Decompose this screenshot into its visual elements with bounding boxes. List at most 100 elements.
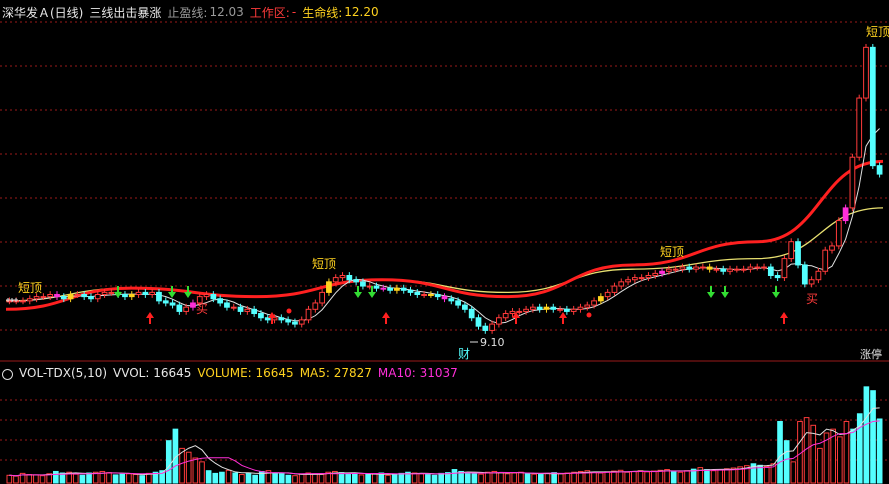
candle-body	[699, 266, 706, 269]
dot-mark	[286, 308, 292, 314]
volume-bar	[6, 474, 13, 484]
volume-bar	[298, 473, 305, 484]
volume-bar	[425, 474, 431, 484]
volume-bar	[431, 474, 438, 484]
candle-body	[543, 306, 550, 310]
short-top-label: 短顶	[866, 25, 889, 39]
candle-body	[686, 266, 693, 270]
candle-body	[761, 266, 767, 269]
candle-body	[856, 97, 863, 158]
chart-canvas[interactable]: 短顶短顶短顶短顶财买买9.10涨停	[0, 0, 889, 484]
candle-body	[169, 302, 176, 306]
volume-bar	[13, 475, 19, 484]
volume-bar	[504, 473, 511, 484]
candle-body	[509, 310, 516, 315]
volume-bar	[345, 472, 351, 484]
volume-bar	[717, 469, 724, 484]
volume-bar	[33, 474, 39, 484]
volume-bar	[272, 472, 278, 484]
candle-body	[60, 296, 67, 300]
candle-body	[482, 325, 489, 331]
volume-bar	[26, 474, 33, 484]
volume-bar	[86, 472, 92, 484]
mai-label: 买	[806, 292, 818, 306]
volume-bar	[252, 474, 258, 484]
cai-label: 财	[458, 347, 470, 361]
volume-bar	[318, 474, 325, 484]
candle-body	[326, 281, 332, 293]
arrow-down-icon	[772, 286, 780, 298]
candle-body	[441, 296, 448, 300]
candle-body	[693, 266, 699, 270]
candle-body	[230, 306, 237, 309]
candle-body	[346, 275, 353, 281]
candle-body	[217, 298, 224, 304]
volume-bar	[464, 472, 471, 484]
candle-body	[720, 268, 727, 272]
candle-body	[754, 266, 761, 269]
volume-bar	[724, 468, 730, 484]
candle-body	[489, 323, 495, 331]
candle-body	[47, 294, 54, 298]
volume-bar	[611, 470, 617, 484]
candle-body	[563, 308, 570, 312]
candle-body	[319, 291, 326, 304]
volume-bar	[438, 472, 445, 484]
candle-body	[557, 308, 563, 311]
volume-bar	[411, 472, 418, 484]
volume-bar	[126, 473, 132, 484]
candle-body	[373, 285, 380, 289]
arrow-down-icon	[354, 286, 362, 298]
candle-body	[20, 300, 26, 303]
volume-bar	[591, 471, 597, 484]
candle-body	[706, 266, 713, 270]
volume-bar	[371, 473, 378, 484]
volume-bar	[531, 473, 538, 484]
candle-body	[176, 304, 183, 312]
arrow-down-icon	[168, 286, 176, 298]
candle-body	[67, 294, 74, 300]
candle-body	[829, 245, 835, 251]
candle-body	[496, 317, 502, 325]
volume-bar	[597, 472, 604, 484]
candle-body	[631, 277, 638, 281]
volume-bar	[637, 470, 644, 484]
candle-body	[502, 313, 509, 319]
candle-body	[448, 298, 455, 302]
volume-bar	[292, 475, 298, 484]
volume-bar	[232, 472, 239, 484]
volume-bar	[199, 461, 205, 484]
candle-body	[727, 268, 733, 272]
volume-bar	[192, 457, 199, 484]
volume-bar	[876, 418, 883, 484]
candle-body	[149, 291, 156, 296]
candle-body	[740, 268, 747, 271]
candle-body	[835, 220, 842, 247]
volume-bar	[677, 471, 684, 484]
candle-body	[733, 268, 740, 271]
volume-bar	[710, 470, 717, 484]
volume-bar	[391, 473, 398, 484]
volume-bar	[571, 471, 577, 484]
candle-body	[591, 300, 597, 306]
volume-bar	[644, 471, 650, 484]
candle-body	[788, 241, 795, 260]
volume-bar	[338, 472, 345, 484]
candle-body	[665, 268, 672, 272]
candle-body	[795, 241, 801, 266]
volume-bar	[777, 420, 783, 484]
candle-body	[244, 308, 251, 312]
volume-bar	[518, 471, 524, 484]
candle-body	[815, 270, 822, 281]
volume-bar	[185, 451, 192, 484]
candle-body	[305, 308, 312, 321]
candle-body	[278, 317, 285, 321]
candle-body	[353, 279, 359, 283]
candle-body	[258, 313, 264, 319]
candle-body	[781, 258, 788, 279]
volume-bar	[39, 475, 46, 484]
volume-bar	[132, 474, 139, 484]
volume-bar	[564, 472, 571, 484]
candle-body	[101, 291, 108, 296]
volume-bar	[478, 473, 484, 484]
